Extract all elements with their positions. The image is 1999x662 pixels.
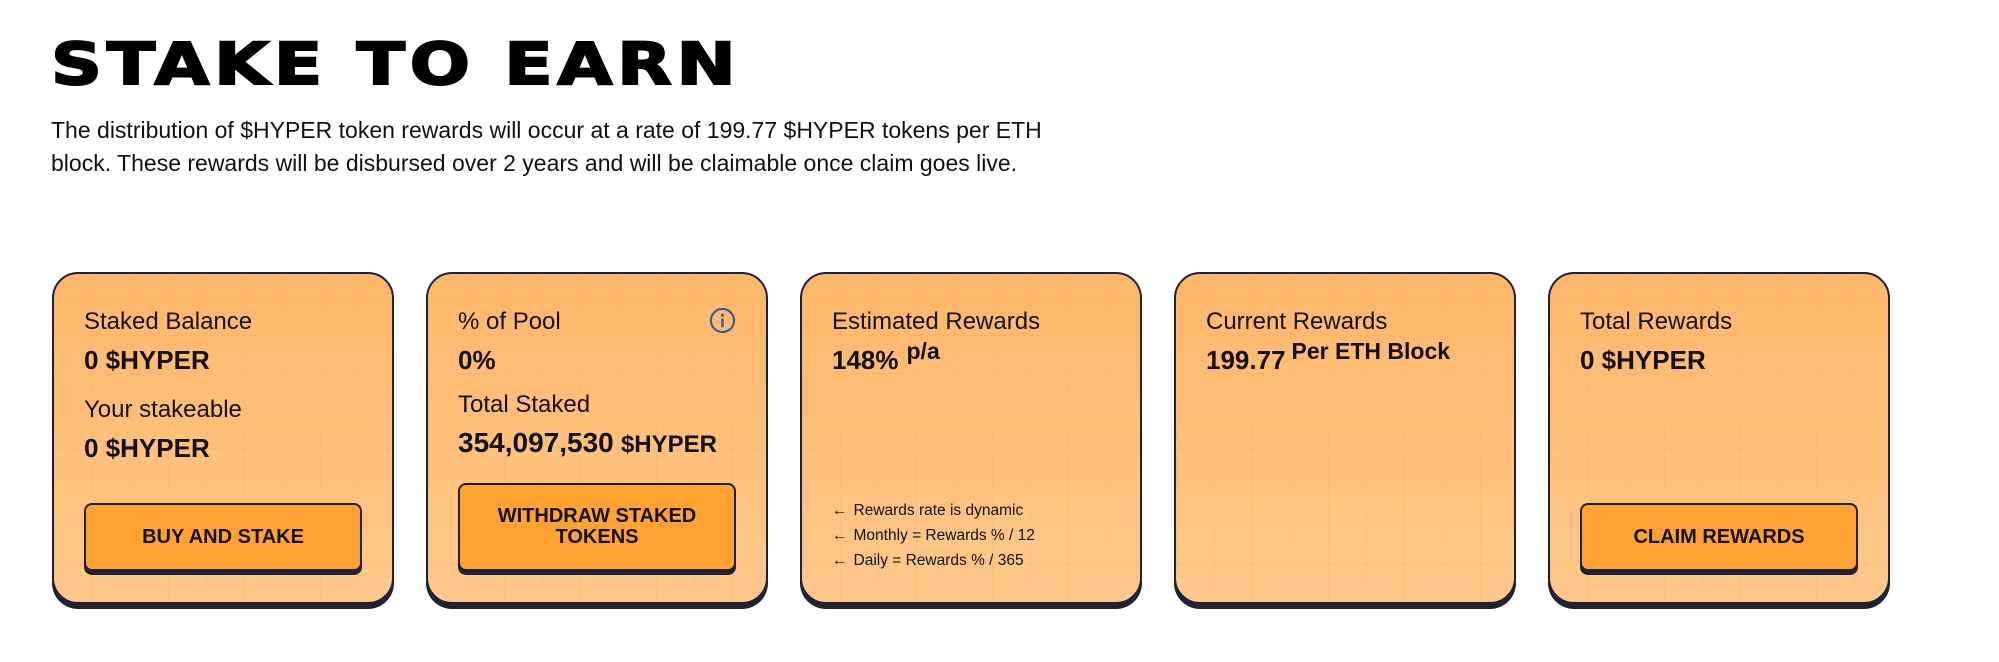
- staked-balance-label: Staked Balance: [84, 308, 253, 335]
- arrow-left-icon: ←: [832, 527, 848, 544]
- total-rewards-value: 0 $HYPER: [1580, 345, 1706, 375]
- withdraw-staked-tokens-button[interactable]: WITHDRAW STAKED TOKENS: [458, 483, 736, 571]
- total-rewards-card: Total Rewards 0 $HYPER CLAIM REWARDS: [1548, 272, 1890, 604]
- intro-text: The distribution of $HYPER token rewards…: [51, 114, 1131, 180]
- per-eth-block-suffix: Per ETH Block: [1291, 338, 1451, 364]
- page-title: STAKE TO EARN: [50, 29, 741, 99]
- rewards-note: ← Daily = Rewards % / 365: [832, 552, 1024, 569]
- stakeable-value: 0 $HYPER: [84, 433, 210, 463]
- current-rewards-label: Current Rewards: [1206, 308, 1388, 335]
- total-staked-value: 354,097,530 $HYPER: [458, 427, 717, 461]
- rewards-note: ← Monthly = Rewards % / 12: [832, 527, 1035, 544]
- pool-share-card: % of Pool 0% Total Staked 354,097,530 $H…: [426, 272, 768, 604]
- arrow-left-icon: ←: [832, 552, 848, 569]
- total-staked-unit: $HYPER: [620, 431, 717, 458]
- estimated-rewards-percent: 148%: [832, 345, 899, 375]
- total-staked-amount: 354,097,530: [458, 427, 614, 458]
- stakeable-label: Your stakeable: [84, 396, 242, 423]
- total-staked-label: Total Staked: [458, 391, 591, 418]
- staked-balance-value: 0 $HYPER: [84, 345, 210, 375]
- current-rewards-card: Current Rewards 199.77 Per ETH Block: [1174, 272, 1516, 604]
- rewards-note: ← Rewards rate is dynamic: [832, 502, 1024, 519]
- arrow-left-icon: ←: [832, 502, 848, 519]
- per-annum-suffix: p/a: [906, 338, 940, 364]
- current-rewards-amount: 199.77: [1206, 345, 1286, 375]
- buy-and-stake-button[interactable]: BUY AND STAKE: [84, 503, 362, 571]
- claim-rewards-button[interactable]: CLAIM REWARDS: [1580, 503, 1858, 571]
- estimated-rewards-value: 148% p/a: [832, 338, 940, 377]
- pool-share-label: % of Pool: [458, 308, 561, 335]
- rewards-notes: ← Rewards rate is dynamic ← Monthly = Rewa…: [832, 498, 1035, 573]
- current-rewards-value: 199.77 Per ETH Block: [1206, 338, 1450, 377]
- intro-line-2: block. These rewards will be disbursed o…: [51, 150, 1018, 176]
- info-icon[interactable]: [709, 307, 736, 334]
- staked-balance-card: Staked Balance 0 $HYPER Your stakeable 0…: [52, 272, 394, 604]
- estimated-rewards-card: Estimated Rewards 148% p/a ← Rewards rate …: [800, 272, 1142, 604]
- estimated-rewards-label: Estimated Rewards: [832, 308, 1041, 335]
- pool-share-value: 0%: [458, 345, 496, 375]
- total-rewards-label: Total Rewards: [1580, 308, 1733, 335]
- intro-line-1: The distribution of $HYPER token rewards…: [51, 117, 1042, 143]
